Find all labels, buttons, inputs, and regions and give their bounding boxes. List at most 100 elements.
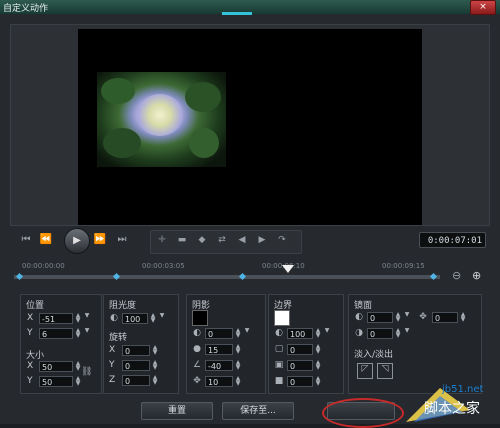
go-to-end-button[interactable]: ⏭ — [114, 233, 130, 247]
border-row-4: ■ 0 ▲ ▼ — [274, 376, 340, 388]
shadow-color-swatch[interactable] — [192, 310, 208, 326]
playhead-marker[interactable] — [282, 265, 294, 273]
next-keyframe-icon[interactable]: ▶ — [253, 235, 271, 249]
border-width-input[interactable]: 0 — [287, 344, 313, 355]
rotation-z-input[interactable]: 0 — [122, 375, 150, 386]
shadow-opacity-spinner[interactable]: ▲ ▼ — [234, 328, 242, 339]
position-title: 位置 — [26, 301, 45, 311]
mirror-offset-input[interactable]: 0 — [432, 312, 458, 323]
border-opacity-spinner[interactable]: ▲ ▼ — [314, 328, 322, 339]
preview-image-flower[interactable] — [97, 72, 226, 167]
position-y-row: Y 6 ▲ ▼ ▼ — [27, 328, 99, 340]
mirror-fade-icon: ◑ — [355, 328, 363, 338]
mirror-opacity-input[interactable]: 0 — [367, 312, 393, 323]
x-label: X — [109, 345, 116, 355]
z-label: Z — [109, 375, 116, 385]
rotation-z-row: Z 0 ▲ ▼ — [109, 375, 175, 387]
reset-button[interactable]: 重置 — [141, 402, 213, 420]
border-soft-spinner[interactable]: ▲ ▼ — [314, 376, 322, 387]
last-keyframe-icon[interactable]: ↷ — [273, 235, 291, 249]
border-blur-spinner[interactable]: ▲ ▼ — [314, 360, 322, 371]
watermark-text: 脚本之家 — [424, 401, 480, 417]
add-keyframe-icon[interactable]: ✚ — [153, 235, 171, 249]
keyframe-toolbar: ✚ ▬ ◆ ⇄ ◀ ▶ ↷ — [150, 230, 302, 254]
shadow-row-3: ∠ -40 ▲ ▼ — [192, 360, 262, 372]
position-x-input[interactable]: -51 — [39, 313, 73, 324]
swap-keyframe-icon[interactable]: ⇄ — [213, 235, 231, 249]
rotation-y-spinner[interactable]: ▲ ▼ — [151, 360, 159, 371]
size-x-input[interactable]: 50 — [39, 361, 73, 372]
go-to-start-button[interactable]: ⏮ — [18, 233, 34, 247]
shadow-opacity-dropdown[interactable]: ▼ — [243, 328, 251, 339]
rotation-z-spinner[interactable]: ▲ ▼ — [151, 375, 159, 386]
reverse-keyframe-icon[interactable]: ◆ — [193, 235, 211, 249]
previous-frame-button[interactable]: ⏪ — [38, 233, 54, 247]
shadow-distance-spinner[interactable]: ▲ ▼ — [234, 376, 242, 387]
save-to-button[interactable]: 保存至... — [222, 402, 294, 420]
keyframe-marker[interactable] — [15, 272, 24, 281]
mirror-fade-dropdown[interactable]: ▼ — [403, 328, 411, 339]
size-title: 大小 — [26, 351, 45, 361]
watermark-url: jb51.net — [442, 384, 484, 395]
y-label: Y — [27, 376, 33, 386]
shadow-blur-spinner[interactable]: ▲ ▼ — [234, 344, 242, 355]
next-frame-button[interactable]: ⏩ — [92, 233, 108, 247]
shadow-row-4: ✥ 10 ▲ ▼ — [192, 376, 262, 388]
border-width-spinner[interactable]: ▲ ▼ — [314, 344, 322, 355]
shadow-distance-icon: ✥ — [193, 376, 201, 386]
border-opacity-dropdown[interactable]: ▼ — [323, 328, 331, 339]
mirror-opacity-dropdown[interactable]: ▼ — [403, 312, 411, 323]
remove-keyframe-icon[interactable]: ▬ — [173, 235, 191, 249]
fade-in-icon[interactable]: ◸ — [357, 363, 373, 379]
close-button[interactable]: × — [470, 0, 496, 15]
opacity-input[interactable]: 100 — [122, 313, 148, 324]
size-y-spinner[interactable]: ▲ ▼ — [74, 376, 82, 387]
position-y-spinner[interactable]: ▲ ▼ — [74, 328, 82, 339]
ruler-tick: 00:00:00:00 — [22, 262, 65, 270]
opacity-dropdown[interactable]: ▼ — [158, 313, 166, 324]
position-x-dropdown[interactable]: ▼ — [83, 313, 91, 324]
rotation-x-spinner[interactable]: ▲ ▼ — [151, 345, 159, 356]
previous-keyframe-icon[interactable]: ◀ — [233, 235, 251, 249]
border-opacity-input[interactable]: 100 — [287, 328, 313, 339]
border-soft-input[interactable]: 0 — [287, 376, 313, 387]
keyframe-marker[interactable] — [429, 272, 438, 281]
position-x-spinner[interactable]: ▲ ▼ — [74, 313, 82, 324]
shadow-row-1: ◐ 0 ▲ ▼ ▼ — [192, 328, 262, 340]
border-blur-input[interactable]: 0 — [287, 360, 313, 371]
position-y-input[interactable]: 6 — [39, 328, 73, 339]
shadow-angle-input[interactable]: -40 — [205, 360, 233, 371]
shadow-blur-input[interactable]: 15 — [205, 344, 233, 355]
position-size-panel: 位置 X -51 ▲ ▼ ▼ Y 6 ▲ ▼ ▼ 大小 X 50 ▲ ▼ Y 50 ▲… — [20, 294, 102, 394]
mirror-opacity-spinner[interactable]: ▲ ▼ — [394, 312, 402, 323]
keyframe-marker[interactable] — [238, 272, 247, 281]
border-color-swatch[interactable] — [274, 310, 290, 326]
fade-out-icon[interactable]: ◹ — [377, 363, 393, 379]
link-icon[interactable]: ⛓ — [81, 367, 92, 377]
y-label: Y — [27, 328, 33, 338]
shadow-angle-spinner[interactable]: ▲ ▼ — [234, 360, 242, 371]
border-opacity-icon: ◐ — [275, 328, 283, 338]
zoom-out-icon[interactable]: ⊖ — [452, 269, 461, 282]
timeline-track[interactable] — [14, 272, 440, 281]
zoom-in-icon[interactable]: ⊕ — [472, 269, 481, 282]
opacity-spinner[interactable]: ▲ ▼ — [149, 313, 157, 324]
rotation-title: 旋转 — [109, 333, 128, 343]
shadow-opacity-input[interactable]: 0 — [205, 328, 233, 339]
size-y-input[interactable]: 50 — [39, 376, 73, 387]
x-label: X — [27, 313, 34, 323]
shadow-row-2: ● 15 ▲ ▼ — [192, 344, 262, 356]
position-y-dropdown[interactable]: ▼ — [83, 328, 91, 339]
rotation-y-input[interactable]: 0 — [122, 360, 150, 371]
timecode-field[interactable]: 0:00:07:01 — [419, 232, 486, 248]
mirror-offset-spinner[interactable]: ▲ ▼ — [459, 312, 467, 323]
keyframe-marker[interactable] — [112, 272, 121, 281]
opacity-rotation-panel: 阻光度 ◐ 100 ▲ ▼ ▼ 旋转 X 0 ▲ ▼ Y 0 ▲ ▼ Z 0 ▲ ▼ — [103, 294, 179, 394]
ruler-tick: 00:00:03:05 — [142, 262, 185, 270]
mirror-fade-spinner[interactable]: ▲ ▼ — [394, 328, 402, 339]
ruler-tick: 00:00:09:15 — [382, 262, 425, 270]
shadow-distance-input[interactable]: 10 — [205, 376, 233, 387]
play-button[interactable]: ▶ — [64, 228, 90, 254]
mirror-fade-input[interactable]: 0 — [367, 328, 393, 339]
rotation-x-input[interactable]: 0 — [122, 345, 150, 356]
